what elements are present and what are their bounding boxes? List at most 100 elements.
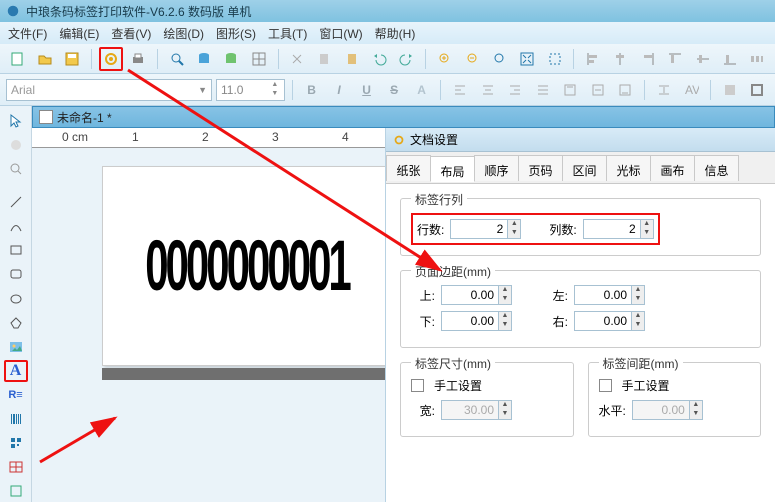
barcode-tool[interactable]	[4, 408, 28, 430]
tab-page[interactable]: 页码	[518, 155, 563, 181]
menu-file[interactable]: 文件(F)	[8, 25, 47, 42]
ole-tool[interactable]	[4, 480, 28, 502]
fill-color-button[interactable]	[718, 78, 742, 102]
save-button[interactable]	[61, 47, 84, 71]
width-input[interactable]: ▲▼	[441, 400, 512, 420]
undo-button[interactable]	[368, 47, 391, 71]
window-title: 中琅条码标签打印软件-V6.2.6 数码版 单机	[26, 3, 251, 20]
select-tool[interactable]	[4, 110, 28, 132]
group-gap: 标签间距(mm) 手工设置 水平: ▲▼	[588, 362, 762, 437]
label-preview[interactable]: 0000000001	[102, 166, 392, 366]
bold-button[interactable]: B	[300, 83, 324, 97]
text-tool[interactable]: A	[4, 360, 28, 382]
document-tab[interactable]: 未命名-1 *	[32, 106, 775, 128]
margin-left-input[interactable]: ▲▼	[574, 285, 645, 305]
menu-help[interactable]: 帮助(H)	[375, 25, 416, 42]
pan-tool[interactable]	[4, 134, 28, 156]
margin-top-input[interactable]: ▲▼	[441, 285, 512, 305]
richtext-tool[interactable]: R≡	[4, 384, 28, 406]
text-center-button[interactable]	[476, 78, 500, 102]
char-spacing-button[interactable]: AV	[679, 78, 703, 102]
preview-button[interactable]	[165, 47, 188, 71]
menu-tools[interactable]: 工具(T)	[268, 25, 307, 42]
underline-button[interactable]: U	[355, 83, 379, 97]
font-color-button[interactable]: A	[410, 83, 434, 97]
redo-button[interactable]	[395, 47, 418, 71]
grid-button[interactable]	[247, 47, 270, 71]
tab-layout[interactable]: 布局	[430, 156, 475, 182]
ellipse-tool[interactable]	[4, 288, 28, 310]
margin-bottom-input[interactable]: ▲▼	[441, 311, 512, 331]
editor: 未命名-1 * 0 cm 1 2 3 4 5 6 7 0000000001 文档…	[32, 106, 775, 502]
tab-paper[interactable]: 纸张	[386, 155, 431, 181]
menu-shape[interactable]: 图形(S)	[216, 25, 256, 42]
font-name-select[interactable]: Arial▼	[6, 79, 212, 101]
menubar[interactable]: 文件(F) 编辑(E) 查看(V) 绘图(D) 图形(S) 工具(T) 窗口(W…	[0, 22, 775, 44]
stroke-color-button[interactable]	[745, 78, 769, 102]
open-button[interactable]	[33, 47, 56, 71]
doc-settings-button[interactable]	[99, 47, 122, 71]
copy-button[interactable]	[313, 47, 336, 71]
text-top-button[interactable]	[558, 78, 582, 102]
group-size: 标签尺寸(mm) 手工设置 宽: ▲▼	[400, 362, 574, 437]
zoom-tool[interactable]	[4, 158, 28, 180]
new-button[interactable]	[6, 47, 29, 71]
align-center-button[interactable]	[609, 47, 632, 71]
text-right-button[interactable]	[503, 78, 527, 102]
menu-view[interactable]: 查看(V)	[111, 25, 151, 42]
zoom-fit-button[interactable]	[516, 47, 539, 71]
tab-info[interactable]: 信息	[694, 155, 739, 181]
polygon-tool[interactable]	[4, 312, 28, 334]
rows-input[interactable]: ▲▼	[450, 219, 521, 239]
strike-button[interactable]: S	[382, 83, 406, 97]
group-margin: 页面边距(mm) 上: ▲▼ 左: ▲▼ 下: ▲▼ 右: ▲▼	[400, 270, 761, 348]
margin-top-label: 上:	[411, 287, 435, 304]
print-button[interactable]	[127, 47, 150, 71]
line-tool[interactable]	[4, 191, 28, 213]
menu-window[interactable]: 窗口(W)	[319, 25, 362, 42]
zoom-out-button[interactable]	[461, 47, 484, 71]
menu-edit[interactable]: 编辑(E)	[59, 25, 99, 42]
distribute-h-button[interactable]	[746, 47, 769, 71]
align-bottom-button[interactable]	[718, 47, 741, 71]
align-middle-button[interactable]	[691, 47, 714, 71]
database-button[interactable]	[192, 47, 215, 71]
tab-canvas[interactable]: 画布	[650, 155, 695, 181]
text-left-button[interactable]	[448, 78, 472, 102]
rows-label: 行数:	[417, 221, 444, 238]
rect-tool[interactable]	[4, 239, 28, 261]
text-bottom-button[interactable]	[613, 78, 637, 102]
italic-button[interactable]: I	[327, 83, 351, 97]
db-refresh-button[interactable]	[220, 47, 243, 71]
align-left-button[interactable]	[581, 47, 604, 71]
size-manual-label: 手工设置	[434, 377, 482, 394]
margin-right-input[interactable]: ▲▼	[574, 311, 645, 331]
qrcode-tool[interactable]	[4, 432, 28, 454]
text-justify-button[interactable]	[531, 78, 555, 102]
tab-order[interactable]: 顺序	[474, 155, 519, 181]
hgap-input[interactable]: ▲▼	[632, 400, 703, 420]
line-spacing-button[interactable]	[652, 78, 676, 102]
zoom-100-button[interactable]	[488, 47, 511, 71]
table-tool[interactable]	[4, 456, 28, 478]
cols-input[interactable]: ▲▼	[583, 219, 654, 239]
font-size-input[interactable]: 11.0▲▼	[216, 79, 285, 101]
zoom-in-button[interactable]	[433, 47, 456, 71]
cut-button[interactable]	[286, 47, 309, 71]
text-vmid-button[interactable]	[586, 78, 610, 102]
align-top-button[interactable]	[664, 47, 687, 71]
align-right-button[interactable]	[636, 47, 659, 71]
size-manual-checkbox[interactable]	[411, 379, 424, 392]
zoom-sel-button[interactable]	[543, 47, 566, 71]
tab-range[interactable]: 区间	[562, 155, 607, 181]
workarea: A R≡ 未命名-1 * 0 cm 1 2 3 4 5 6 7 00000000…	[0, 106, 775, 502]
curve-tool[interactable]	[4, 215, 28, 237]
menu-draw[interactable]: 绘图(D)	[163, 25, 204, 42]
roundrect-tool[interactable]	[4, 263, 28, 285]
image-tool[interactable]	[4, 336, 28, 358]
group-rowcol: 标签行列 行数: ▲▼ 列数: ▲▼	[400, 198, 761, 256]
gap-manual-checkbox[interactable]	[599, 379, 612, 392]
paste-button[interactable]	[340, 47, 363, 71]
tab-cursor[interactable]: 光标	[606, 155, 651, 181]
canvas[interactable]: 0000000001	[72, 156, 392, 496]
